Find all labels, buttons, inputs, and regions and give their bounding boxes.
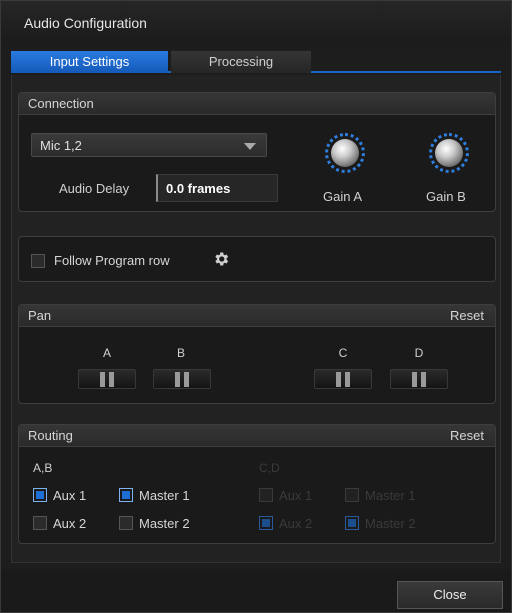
connection-header: Connection (19, 93, 495, 115)
window-title: Audio Configuration (24, 15, 147, 31)
pan-slider-d[interactable] (390, 369, 448, 389)
routing-cd-master2-checkbox (345, 516, 359, 530)
pan-reset-button[interactable]: Reset (450, 305, 484, 327)
routing-reset-button[interactable]: Reset (450, 425, 484, 447)
routing-cd-aux2-label: Aux 2 (279, 516, 313, 531)
routing-cd-aux1-checkbox (259, 488, 273, 502)
pan-thumb-b[interactable] (175, 372, 189, 387)
tab-bar: Input Settings Processing (11, 51, 501, 73)
routing-cd-master1-checkbox (345, 488, 359, 502)
follow-program-checkbox[interactable] (31, 254, 45, 268)
pan-label-b: B (176, 346, 185, 360)
close-button[interactable]: Close (397, 581, 503, 609)
pan-label-a: A (102, 346, 111, 360)
gain-b-knob-cap (435, 139, 463, 167)
pan-label-c: C (338, 346, 348, 360)
pan-title: Pan (28, 308, 52, 323)
pan-thumb-d[interactable] (412, 372, 426, 387)
pan-panel: Pan Reset A B C D (18, 304, 496, 404)
routing-ab-master1-label: Master 1 (139, 488, 190, 503)
follow-program-panel: Follow Program row (18, 236, 496, 282)
pan-slider-c[interactable] (314, 369, 372, 389)
routing-ab-aux1-label: Aux 1 (53, 488, 87, 503)
routing-cd-aux1-label: Aux 1 (279, 488, 313, 503)
routing-ab-master2-checkbox[interactable] (119, 516, 133, 530)
gain-a-label: Gain A (323, 189, 363, 204)
tab-processing[interactable]: Processing (171, 51, 311, 73)
chevron-down-icon (244, 143, 256, 150)
pan-slider-b[interactable] (153, 369, 211, 389)
routing-header: Routing Reset (19, 425, 495, 447)
audio-delay-label: Audio Delay (59, 181, 130, 196)
routing-ab-aux2-checkbox[interactable] (33, 516, 47, 530)
pan-thumb-c[interactable] (336, 372, 350, 387)
gain-a-knob[interactable] (325, 133, 365, 173)
audio-delay-input[interactable]: 0.0 frames (156, 174, 278, 202)
gain-b-label: Gain B (426, 189, 466, 204)
routing-ab-aux1-checkbox[interactable] (33, 488, 47, 502)
routing-ab-master2-label: Master 2 (139, 516, 190, 531)
routing-ab-master1-checkbox[interactable] (119, 488, 133, 502)
routing-group-ab-label: A,B (33, 461, 53, 475)
gain-b-knob[interactable] (429, 133, 469, 173)
pan-thumb-a[interactable] (100, 372, 114, 387)
title-bar[interactable]: Audio Configuration (1, 1, 511, 45)
source-select[interactable]: Mic 1,2 (31, 133, 267, 157)
pan-slider-a[interactable] (78, 369, 136, 389)
routing-panel: Routing Reset A,B Aux 1 Master 1 Aux 2 M… (18, 424, 496, 544)
gain-a-knob-cap (331, 139, 359, 167)
tab-input-settings[interactable]: Input Settings (11, 51, 168, 73)
routing-cd-master2-label: Master 2 (365, 516, 416, 531)
audio-delay-value: 0.0 frames (166, 181, 231, 196)
routing-title: Routing (28, 428, 73, 443)
pan-header: Pan Reset (19, 305, 495, 327)
follow-program-label: Follow Program row (54, 253, 170, 268)
audio-configuration-window: Audio Configuration Input Settings Proce… (0, 0, 512, 613)
gear-icon[interactable] (212, 250, 230, 268)
routing-group-cd-label: C,D (259, 461, 280, 475)
routing-cd-master1-label: Master 1 (365, 488, 416, 503)
source-select-value: Mic 1,2 (40, 138, 82, 153)
routing-ab-aux2-label: Aux 2 (53, 516, 87, 531)
pan-label-d: D (414, 346, 424, 360)
connection-panel: Connection Mic 1,2 Audio Delay 0.0 frame… (18, 92, 496, 212)
routing-cd-aux2-checkbox (259, 516, 273, 530)
